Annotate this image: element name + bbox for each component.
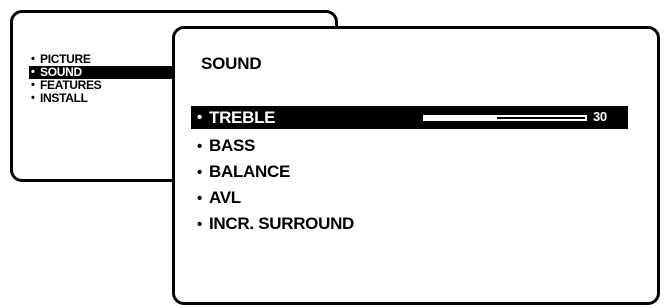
bullet-icon: • (31, 92, 35, 104)
sound-menu-item-avl[interactable]: • AVL (191, 185, 628, 211)
bullet-icon: • (197, 137, 202, 155)
sound-menu-item-label: TREBLE (209, 107, 276, 127)
treble-value: 30 (593, 109, 607, 124)
sound-menu-item-balance[interactable]: • BALANCE (191, 159, 628, 185)
treble-slider[interactable] (423, 115, 587, 121)
sound-menu-item-treble[interactable]: • TREBLE 30 (191, 106, 628, 129)
bullet-icon: • (197, 163, 202, 181)
sound-menu-item-label: BASS (209, 136, 256, 155)
bullet-icon: • (31, 79, 35, 91)
sound-menu-list: • TREBLE 30 • BASS • BALANCE • AVL • INC… (191, 106, 628, 237)
treble-slider-track (497, 117, 585, 119)
bullet-icon: • (197, 109, 202, 126)
bullet-icon: • (31, 53, 35, 65)
sound-menu-item-label: AVL (209, 188, 241, 207)
bullet-icon: • (197, 189, 202, 207)
sound-menu-item-incr-surround[interactable]: • INCR. SURROUND (191, 211, 628, 237)
sound-menu-item-bass[interactable]: • BASS (191, 133, 628, 159)
sound-menu-item-label: BALANCE (209, 162, 291, 181)
sound-menu-item-label: INCR. SURROUND (209, 214, 355, 233)
sound-menu-panel: SOUND • TREBLE 30 • BASS • BALANCE • AVL… (172, 26, 660, 305)
panel-title: SOUND (201, 54, 262, 73)
main-menu-list: • PICTURE • SOUND • FEATURES • INSTALL (29, 53, 173, 105)
bullet-icon: • (31, 66, 35, 78)
treble-slider-fill (424, 116, 497, 120)
main-menu-item-label: INSTALL (40, 91, 88, 105)
main-menu-item-install[interactable]: • INSTALL (29, 92, 173, 105)
bullet-icon: • (197, 215, 202, 233)
